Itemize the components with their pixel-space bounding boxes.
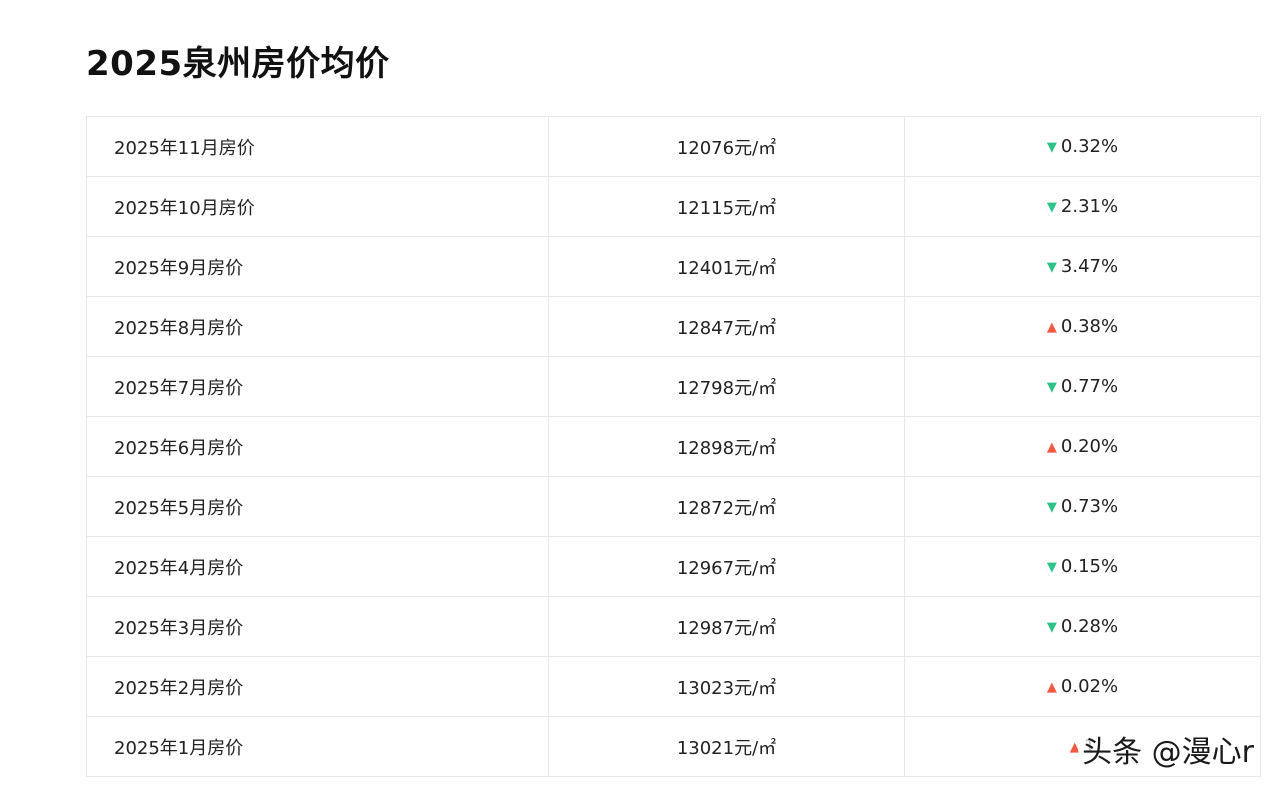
change-cell: ▼ 3.47% [904,236,1261,297]
arrow-down-icon: ▼ [1046,620,1057,635]
table-row: 2025年8月房价 12847元/㎡ ▲ 0.38% [86,296,1261,357]
change-cell: ▲ 0.38% [904,296,1261,357]
price-cell: 12872元/㎡ [548,476,905,537]
arrow-down-icon: ▼ [1046,260,1057,275]
change-value: ▼ 3.47% [1047,256,1118,277]
price-cell: 12847元/㎡ [548,296,905,357]
month-cell: 2025年1月房价 [86,716,549,777]
change-cell: ▲ 0.20% [904,416,1261,477]
arrow-down-icon: ▼ [1046,560,1057,575]
price-table: 2025年11月房价 12076元/㎡ ▼ 0.32% 2025年10月房价 12115元… [86,116,1261,777]
price-cell: 12987元/㎡ [548,596,905,657]
change-value: ▼ 0.77% [1047,376,1118,397]
change-cell: ▼ 0.73% [904,476,1261,537]
change-value: ▲ 0.02% [1047,676,1118,697]
arrow-down-icon: ▼ [1046,380,1057,395]
change-percent: 0.77% [1060,376,1119,397]
table-row: 2025年2月房价 13023元/㎡ ▲ 0.02% [86,656,1261,717]
change-value: ▲ 0.20% [1047,436,1118,457]
month-cell: 2025年11月房价 [86,116,549,177]
change-cell: ▼ 0.15% [904,536,1261,597]
month-cell: 2025年9月房价 [86,236,549,297]
table-row: 2025年4月房价 12967元/㎡ ▼ 0.15% [86,536,1261,597]
change-percent: 0.02% [1060,676,1119,697]
change-cell: ▼ 2.31% [904,176,1261,237]
month-cell: 2025年10月房价 [86,176,549,237]
month-cell: 2025年2月房价 [86,656,549,717]
change-value: ▼ 0.28% [1047,616,1118,637]
change-value: ▲ 0.38% [1047,316,1118,337]
price-table-body: 2025年11月房价 12076元/㎡ ▼ 0.32% 2025年10月房价 12115元… [86,116,1261,777]
change-cell: ▼ 0.32% [904,116,1261,177]
change-cell: ▼ 0.77% [904,356,1261,417]
change-percent: 0.38% [1060,316,1119,337]
month-cell: 2025年8月房价 [86,296,549,357]
table-row: 2025年11月房价 12076元/㎡ ▼ 0.32% [86,116,1261,177]
change-value: ▼ 0.15% [1047,556,1118,577]
change-value: ▼ 2.31% [1047,196,1118,217]
change-percent: 0.28% [1060,616,1119,637]
change-percent: 0.15% [1060,556,1119,577]
price-cell: 12401元/㎡ [548,236,905,297]
table-row: 2025年9月房价 12401元/㎡ ▼ 3.47% [86,236,1261,297]
arrow-up-icon: ▲ [1046,440,1057,455]
change-percent: 0.73% [1060,496,1119,517]
arrow-down-icon: ▼ [1046,200,1057,215]
change-percent: 0.20% [1060,436,1119,457]
table-row: 2025年10月房价 12115元/㎡ ▼ 2.31% [86,176,1261,237]
change-percent: 3.47% [1060,256,1119,277]
price-cell: 13021元/㎡ [548,716,905,777]
price-cell: 12076元/㎡ [548,116,905,177]
price-cell: 12115元/㎡ [548,176,905,237]
arrow-down-icon: ▼ [1046,140,1057,155]
table-row: 2025年6月房价 12898元/㎡ ▲ 0.20% [86,416,1261,477]
change-cell: ▼ 0.28% [904,596,1261,657]
table-row: 2025年3月房价 12987元/㎡ ▼ 0.28% [86,596,1261,657]
page-title: 2025泉州房价均价 [86,44,390,84]
watermark: 头条 @漫心r [1078,733,1258,773]
price-cell: 12898元/㎡ [548,416,905,477]
change-cell: ▲ 0.02% [904,656,1261,717]
month-cell: 2025年4月房价 [86,536,549,597]
table-row: 2025年7月房价 12798元/㎡ ▼ 0.77% [86,356,1261,417]
month-cell: 2025年6月房价 [86,416,549,477]
price-cell: 12967元/㎡ [548,536,905,597]
table-row: 2025年5月房价 12872元/㎡ ▼ 0.73% [86,476,1261,537]
change-value: ▼ 0.73% [1047,496,1118,517]
month-cell: 2025年5月房价 [86,476,549,537]
arrow-down-icon: ▼ [1046,500,1057,515]
change-percent: 0.32% [1060,136,1119,157]
change-percent: 2.31% [1060,196,1119,217]
price-cell: 13023元/㎡ [548,656,905,717]
month-cell: 2025年7月房价 [86,356,549,417]
price-cell: 12798元/㎡ [548,356,905,417]
month-cell: 2025年3月房价 [86,596,549,657]
arrow-up-icon: ▲ [1046,320,1057,335]
arrow-up-icon: ▲ [1046,680,1057,695]
change-value: ▼ 0.32% [1047,136,1118,157]
